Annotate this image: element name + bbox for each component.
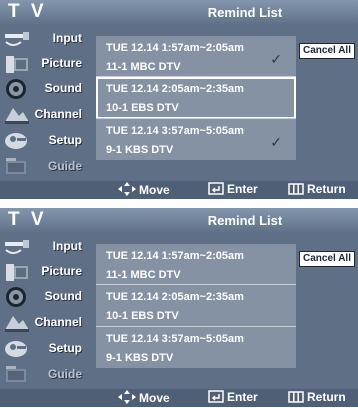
enter-icon [208,182,224,195]
move-hint: Move [118,390,170,405]
guide-icon [3,364,31,386]
sidebar-item-label: Input [52,239,82,253]
sidebar-item-label: Setup [48,133,82,147]
remind-list-screen-1: T V Remind List Input Picture Sound Channel Se… [0,0,358,199]
reminder-time: TUE 12.14 3:57am~5:05am [106,333,244,345]
sidebar-item-sound[interactable]: Sound [0,285,88,309]
list-item[interactable]: TUE 12.14 3:57am~5:05am 9-1 KBS DTV ✓ [96,119,296,161]
tv-label: T V [8,209,47,230]
sidebar-item-label: Picture [41,264,82,278]
sidebar-item-label: Channel [34,315,82,329]
move-arrows-icon [118,390,136,404]
reminder-time: TUE 12.14 2:05am~2:35am [106,83,244,95]
reminder-time: TUE 12.14 1:57am~2:05am [106,250,244,262]
list-item[interactable]: TUE 12.14 1:57am~2:05am 11-1 MBC DTV [96,244,296,286]
sidebar-item-channel[interactable]: Channel [0,311,88,335]
picture-icon [3,261,31,283]
channel-icon [3,312,31,334]
sidebar: Input Picture Sound Channel Setup Guide [0,27,88,180]
move-hint: Move [118,182,170,197]
reminder-channel: 11-1 MBC DTV [106,269,181,281]
sidebar-item-label: Setup [48,341,82,355]
setup-icon [3,338,31,360]
enter-hint: Enter [208,390,258,404]
sound-icon [3,78,31,100]
sidebar-item-label: Sound [44,81,82,95]
return-icon [288,183,304,195]
reminder-channel: 10-1 EBS DTV [106,102,179,114]
picture-icon [3,53,31,75]
reminder-time: TUE 12.14 1:57am~2:05am [106,42,244,54]
reminder-channel: 10-1 EBS DTV [106,310,179,322]
hint-bar: Move Enter Return [0,389,358,407]
list-item[interactable]: TUE 12.14 3:57am~5:05am 9-1 KBS DTV [96,327,296,369]
sidebar-item-sound[interactable]: Sound [0,77,88,101]
cancel-all-button[interactable]: Cancel All [299,43,355,59]
sidebar: Input Picture Sound Channel Setup Guide [0,235,88,388]
cancel-all-button[interactable]: Cancel All [299,251,355,267]
enter-hint: Enter [208,182,258,196]
check-icon: ✓ [270,51,282,67]
reminder-list: TUE 12.14 1:57am~2:05am 11-1 MBC DTV TUE 1… [96,244,296,368]
return-icon [288,391,304,403]
sound-icon [3,286,31,308]
list-item[interactable]: TUE 12.14 1:57am~2:05am 11-1 MBC DTV ✓ [96,36,296,78]
hint-bar: Move Enter Return [0,181,358,199]
screen-title: Remind List [207,213,283,228]
channel-icon [3,104,31,126]
reminder-channel: 9-1 KBS DTV [106,352,174,364]
move-arrows-icon [118,182,136,196]
input-icon [3,236,31,258]
list-item[interactable]: TUE 12.14 2:05am~2:35am 10-1 EBS DTV [96,77,296,119]
setup-icon [3,130,31,152]
sidebar-item-label: Sound [44,289,82,303]
sidebar-item-label: Guide [47,159,82,173]
reminder-channel: 11-1 MBC DTV [106,61,181,73]
tv-label: T V [8,1,47,22]
sidebar-item-label: Guide [47,367,82,381]
sidebar-item-picture[interactable]: Picture [0,52,88,76]
sidebar-item-label: Picture [41,56,82,70]
sidebar-item-setup[interactable]: Setup [0,337,88,361]
reminder-time: TUE 12.14 2:05am~2:35am [106,291,244,303]
sidebar-item-channel[interactable]: Channel [0,103,88,127]
sidebar-item-setup[interactable]: Setup [0,129,88,153]
return-hint: Return [288,390,346,404]
title-bar: T V Remind List [0,208,358,234]
return-hint: Return [288,182,346,196]
list-item[interactable]: TUE 12.14 2:05am~2:35am 10-1 EBS DTV [96,285,296,327]
screen-title: Remind List [207,5,283,20]
guide-icon [3,156,31,178]
remind-list-screen-2: T V Remind List Input Picture Sound Channel Se… [0,208,358,407]
sidebar-item-label: Input [52,31,82,45]
sidebar-item-guide[interactable]: Guide [0,363,88,387]
sidebar-item-label: Channel [34,107,82,121]
sidebar-item-guide[interactable]: Guide [0,155,88,179]
reminder-time: TUE 12.14 3:57am~5:05am [106,125,244,137]
sidebar-item-input[interactable]: Input [0,235,88,259]
input-icon [3,28,31,50]
title-bar: T V Remind List [0,0,358,26]
sidebar-item-input[interactable]: Input [0,27,88,51]
reminder-list: TUE 12.14 1:57am~2:05am 11-1 MBC DTV ✓ TUE … [96,36,296,160]
reminder-channel: 9-1 KBS DTV [106,144,174,156]
enter-icon [208,390,224,403]
sidebar-item-picture[interactable]: Picture [0,260,88,284]
check-icon: ✓ [270,134,282,150]
